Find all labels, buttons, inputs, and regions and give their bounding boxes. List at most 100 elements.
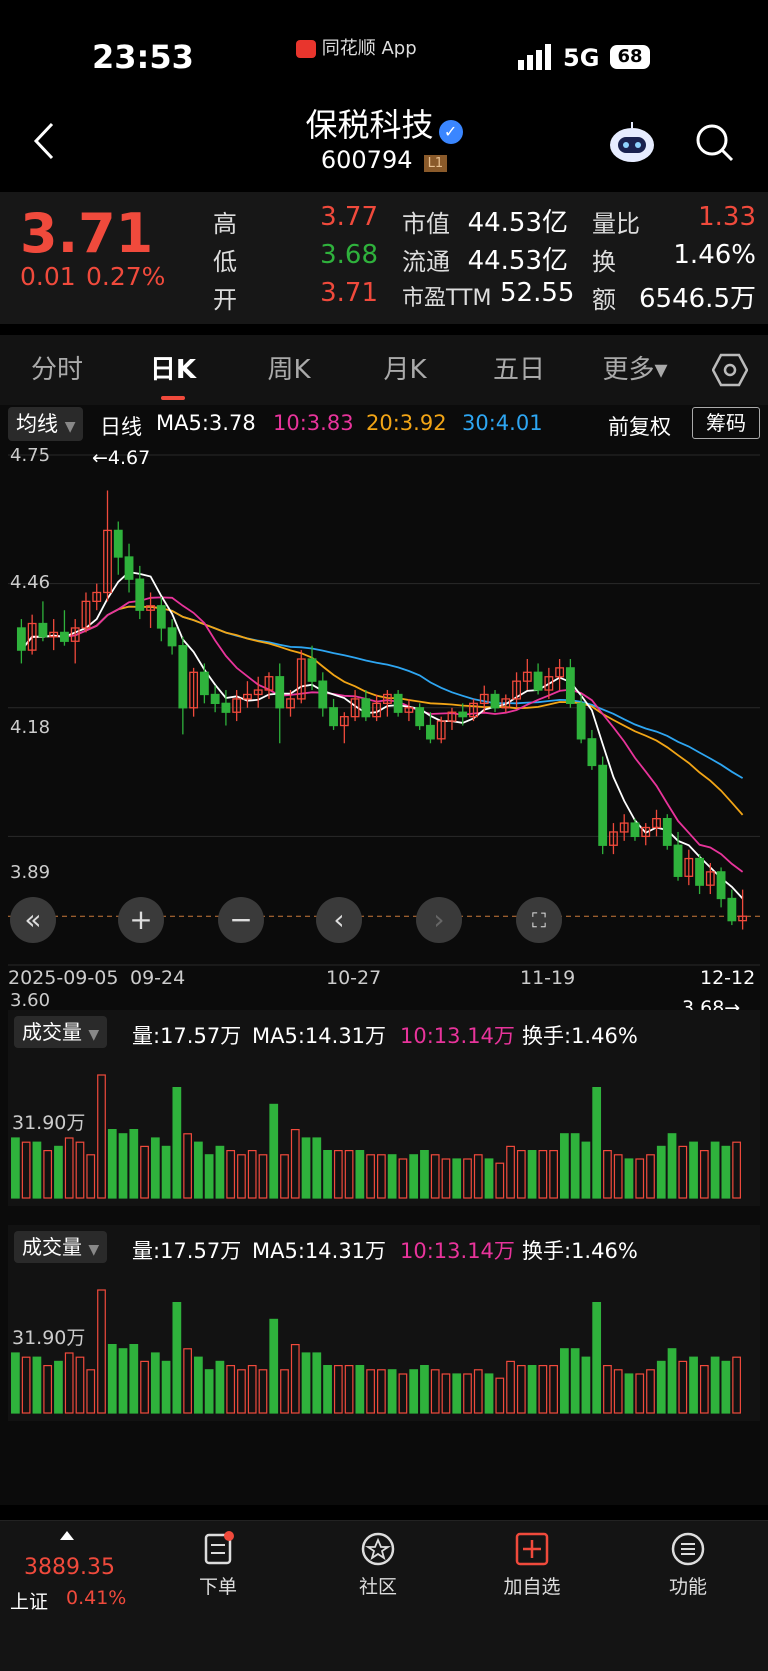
- open-label: 开: [213, 286, 237, 314]
- volume-bar: [290, 1128, 300, 1199]
- candle: [533, 671, 543, 691]
- volume-bar: [11, 1137, 20, 1199]
- ma-selector[interactable]: 均线 ▼: [8, 407, 84, 441]
- x-axis-label-0924: 09-24: [130, 967, 186, 989]
- robot-assistant-icon[interactable]: [608, 120, 656, 164]
- period-tabs: 分时 日K 周K 月K 五日 更多▾: [0, 335, 768, 405]
- status-bar: 23:53 同花顺 App 5G 68: [0, 0, 768, 110]
- volume-bar: [516, 1150, 526, 1199]
- volume-bar: [129, 1128, 139, 1199]
- pe-value: 52.55: [500, 278, 575, 308]
- volume-bar: [355, 1150, 365, 1199]
- scroll-left-button[interactable]: ‹: [316, 897, 362, 943]
- ma-selector-label: 均线: [16, 412, 58, 436]
- volume-bar: [172, 1301, 182, 1414]
- tab-monthly-k[interactable]: 月K: [368, 335, 442, 405]
- open-value: 3.71: [320, 278, 378, 308]
- volume-bar: [441, 1158, 451, 1199]
- volume-bar: [377, 1154, 386, 1199]
- last-price: 3.71: [20, 202, 154, 265]
- volume-bar: [420, 1150, 429, 1199]
- settings-icon[interactable]: [711, 353, 749, 391]
- fullscreen-button[interactable]: ⛶: [516, 897, 562, 943]
- volume-bar: [732, 1356, 741, 1414]
- zoom-in-button[interactable]: +: [118, 897, 164, 943]
- volume-bar: [452, 1373, 462, 1414]
- battery-icon: 68: [610, 45, 650, 69]
- volume-bar: [678, 1145, 688, 1199]
- volume-bar: [333, 1150, 343, 1199]
- chips-button[interactable]: 筹码: [692, 407, 760, 439]
- volume-bar: [215, 1360, 225, 1414]
- order-icon: [204, 1531, 234, 1565]
- volume-bar: [678, 1360, 688, 1414]
- nav-community[interactable]: 社区: [318, 1531, 438, 1599]
- volume-bar: [387, 1369, 397, 1414]
- volume-bar: [204, 1369, 214, 1414]
- volume-bar: [527, 1365, 537, 1414]
- volume-bar: [150, 1352, 160, 1414]
- quote-panel: 3.71 0.01 0.27% 高 3.77 低 3.68 开 3.71 市值 …: [0, 192, 768, 324]
- volume-bar: [506, 1360, 515, 1414]
- candle: [662, 818, 672, 846]
- volume-bar: [560, 1348, 569, 1414]
- volume-bar: [269, 1103, 279, 1199]
- nav-order-label: 下单: [198, 1576, 237, 1598]
- volume-bar: [140, 1145, 149, 1199]
- volume-bar: [538, 1150, 548, 1199]
- volume-bar: [473, 1154, 483, 1199]
- high-value: 3.77: [320, 202, 378, 232]
- y-tick-4.75: 4.75: [10, 445, 51, 466]
- volume-bar: [54, 1360, 63, 1414]
- nav-functions[interactable]: 功能: [628, 1531, 748, 1599]
- volume-bar: [635, 1373, 645, 1414]
- candle: [393, 693, 403, 713]
- volume-bar: [527, 1150, 537, 1199]
- stock-header: 保税科技 ✓ 600794 L1: [0, 100, 768, 192]
- volume-bar: [226, 1150, 236, 1199]
- search-icon[interactable]: [694, 122, 736, 168]
- volume-bar: [280, 1154, 289, 1199]
- zoom-out-button[interactable]: −: [218, 897, 264, 943]
- tab-five-day[interactable]: 五日: [482, 335, 556, 405]
- volume-bar: [624, 1373, 634, 1414]
- volume-bar: [140, 1360, 149, 1414]
- volume-bar: [183, 1133, 192, 1199]
- high-marker: ←4.67: [92, 447, 151, 469]
- candle: [695, 857, 704, 886]
- tab-more[interactable]: 更多▾: [590, 335, 680, 405]
- volume-bar: [107, 1343, 117, 1414]
- volume-bar: [495, 1377, 505, 1414]
- volume-bar: [366, 1369, 375, 1414]
- tab-intraday[interactable]: 分时: [20, 335, 94, 405]
- index-widget[interactable]: 3889.35 上证 0.41%: [8, 1531, 128, 1613]
- network-label: 5G: [563, 44, 600, 72]
- volume-bar: [237, 1369, 246, 1414]
- volume-bar: [290, 1343, 300, 1414]
- volume-bar: [409, 1369, 419, 1414]
- volume-bar: [732, 1141, 741, 1199]
- volume-bar: [366, 1154, 375, 1199]
- scroll-left-fast-button[interactable]: «: [10, 897, 56, 943]
- candle: [307, 658, 317, 682]
- volume-panel-1: 成交量 ▼ 量:17.57万 MA5:14.31万 10:13.14万 换手:1…: [8, 1010, 760, 1206]
- nav-add-watchlist[interactable]: 加自选: [472, 1531, 592, 1599]
- candle: [565, 667, 575, 704]
- volume-bar: [355, 1365, 365, 1414]
- volume-bar: [150, 1137, 160, 1199]
- period-label: 日线: [100, 415, 142, 439]
- tab-weekly-k[interactable]: 周K: [252, 335, 326, 405]
- menu-icon: [671, 1532, 705, 1566]
- volume-bar: [387, 1154, 397, 1199]
- scroll-right-button[interactable]: ›: [416, 897, 462, 943]
- volume-bar: [21, 1356, 31, 1414]
- volume-bars-1: [11, 1074, 741, 1199]
- stock-name: 保税科技: [305, 106, 434, 144]
- adjust-label[interactable]: 前复权: [608, 411, 671, 441]
- tab-daily-k[interactable]: 日K: [136, 335, 210, 405]
- volume-bar: [323, 1150, 332, 1199]
- vol-ratio-value: 1.33: [698, 202, 756, 232]
- verified-icon: ✓: [438, 119, 463, 144]
- nav-order[interactable]: 下单: [158, 1531, 278, 1599]
- volume-bar: [484, 1373, 494, 1414]
